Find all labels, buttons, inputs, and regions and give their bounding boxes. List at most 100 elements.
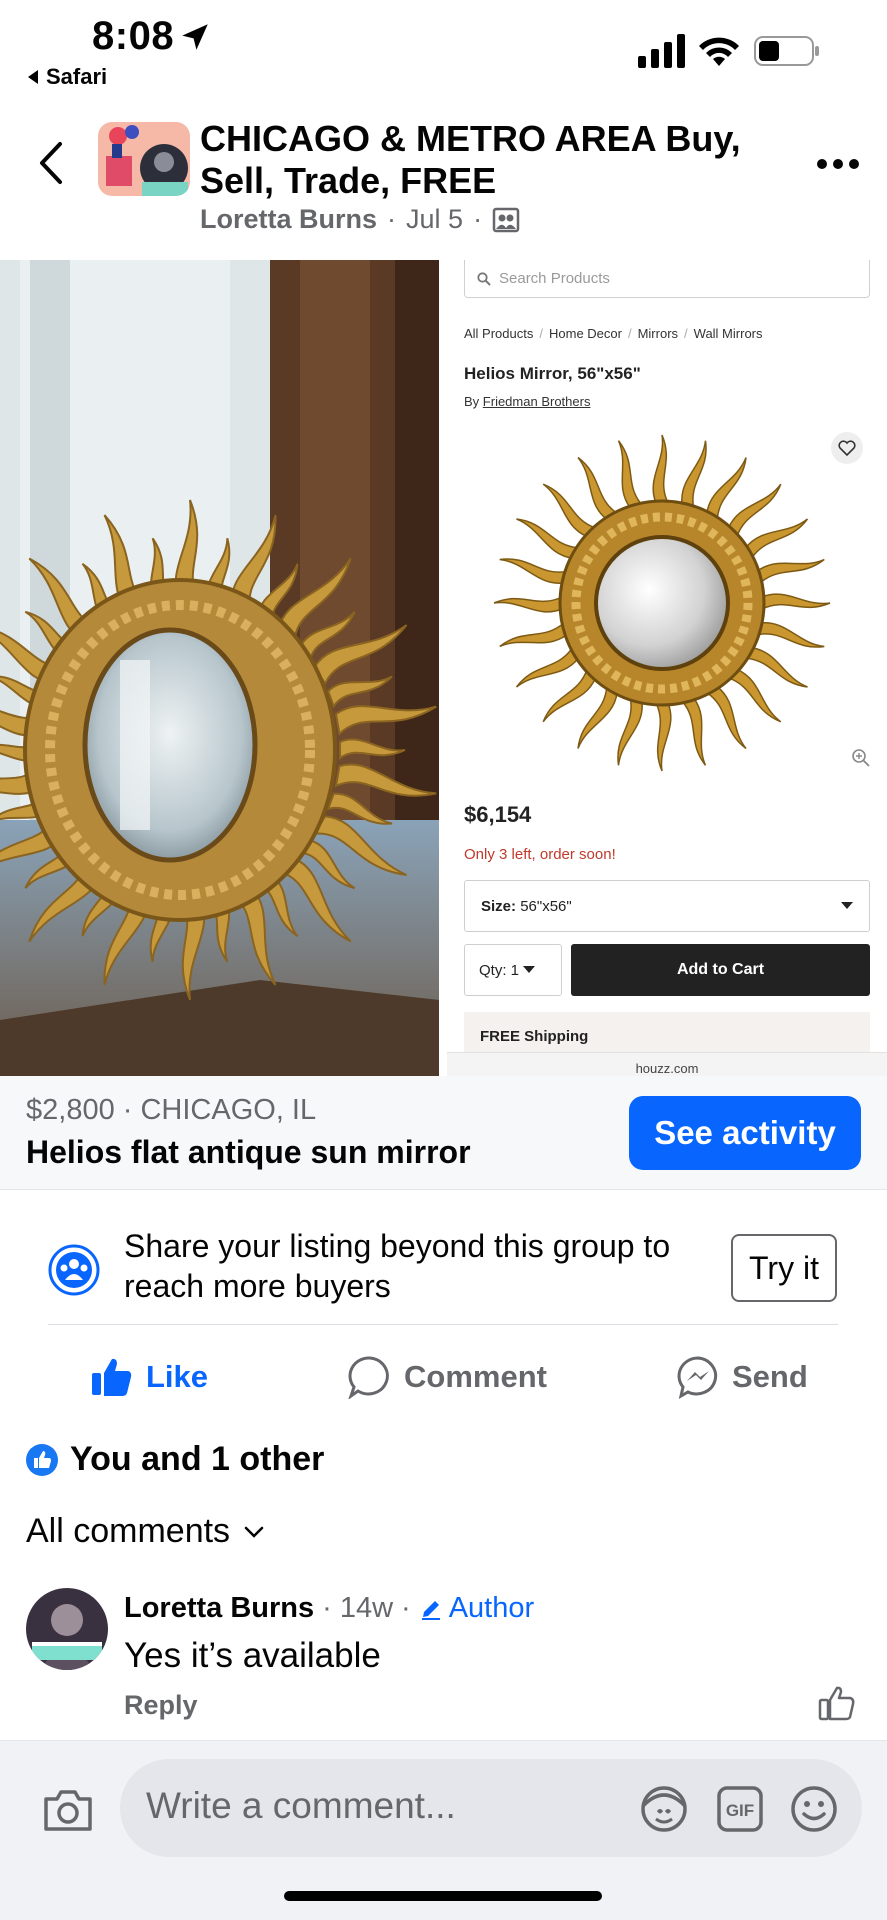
crumb: Mirrors [637,326,679,341]
size-label: Size: [481,897,517,915]
search-products-field: Search Products [464,260,870,298]
clock: 8:08 [92,14,175,58]
share-text: Share your listing beyond this group to … [124,1228,671,1304]
comment-composer: Write a comment... GIF [0,1740,887,1920]
post-date[interactable]: Jul 5 [406,204,463,235]
dropdown-caret-icon [523,966,536,973]
chevron-down-icon [244,1526,264,1538]
poster-name[interactable]: Loretta Burns [200,204,377,235]
post-meta: Loretta Burns · Jul 5 · [200,204,520,235]
reaction-text: You and 1 other [70,1440,325,1478]
crumb-separator: / [627,326,632,341]
avatar[interactable] [26,1588,108,1670]
send-button[interactable]: Send [676,1355,808,1399]
wifi-icon [699,37,739,66]
messenger-icon [677,1356,718,1399]
share-listing-prompt: Share your listing beyond this group to … [0,1190,887,1324]
by-prefix: By [464,394,480,409]
like-badge-icon [26,1443,58,1476]
add-to-cart-button: Add to Cart [571,944,870,996]
group-privacy-icon [492,207,520,232]
size-select: Size: 56"x56" [464,880,870,932]
thumb-up-outline-icon[interactable] [818,1684,856,1722]
back-to-safari[interactable]: Safari [26,64,107,90]
crumb: Wall Mirrors [693,326,763,341]
comment-meta: Loretta Burns · 14w · Author [124,1592,534,1625]
like-button[interactable]: Like [90,1355,208,1399]
product-title: Helios Mirror, 56"x56" [464,364,641,383]
comment-input-placeholder: Write a comment... [146,1785,456,1826]
size-text: Size: 56"x56" [481,898,572,915]
meta-separator: · [322,1592,332,1624]
meta-separator: · [473,204,483,234]
comment-author[interactable]: Loretta Burns [124,1592,314,1625]
stock-note: Only 3 left, order soon! [464,846,616,863]
back-triangle-icon [28,70,38,84]
back-chevron-icon[interactable] [34,140,68,186]
commenter-avatar-art [26,1588,108,1670]
post-header: CHICAGO & METRO AREA Buy, Sell, Trade, F… [0,100,887,260]
home-indicator [284,1891,602,1901]
comment-filter[interactable]: All comments [26,1512,264,1551]
listing-title: Helios flat antique sun mirror [26,1134,471,1170]
back-app-label: Safari [46,64,108,89]
share-audience-icon [48,1244,100,1296]
like-label: Like [146,1359,209,1394]
product-mirror-image [493,434,831,772]
dropdown-caret-icon [841,902,853,909]
source-domain: houzz.com [447,1052,887,1076]
product-price: $6,154 [464,802,532,827]
brand-name: Friedman Brothers [482,394,591,409]
signal-icon [638,34,685,68]
more-icon[interactable] [816,158,860,170]
crumb: All Products [464,326,534,341]
zoom-icon [852,749,870,767]
search-icon [477,271,491,286]
listing-photo[interactable] [0,260,439,1076]
size-value: 56"x56" [520,897,572,915]
breadcrumb: All Products / Home Decor / Mirrors / Wall … [464,326,763,341]
quantity-select: Qty: 1 [464,944,562,996]
comment-text: Yes it’s available [124,1636,381,1675]
comment-filter-label: All comments [26,1512,231,1550]
comment-item: Loretta Burns · 14w · Author Yes it’s av… [0,1584,887,1734]
location-arrow-icon [182,24,208,50]
status-bar: 8:08 Safari [0,0,887,100]
search-placeholder: Search Products [499,270,610,287]
see-activity-button[interactable]: See activity [629,1096,861,1170]
like-icon [92,1358,132,1396]
group-avatar-art [98,122,190,196]
sun-mirror-photo [0,260,439,1076]
emoji-icon[interactable] [788,1783,840,1835]
pencil-icon [421,1600,440,1620]
reply-button[interactable]: Reply [124,1690,198,1721]
crumb-separator: / [684,326,688,341]
comment-icon [348,1356,389,1399]
comment-age: 14w [339,1592,394,1624]
listing-price-location: $2,800 · CHICAGO, IL [26,1094,317,1126]
listing-summary: $2,800 · CHICAGO, IL Helios flat antique… [0,1076,887,1190]
group-avatar[interactable] [98,122,190,196]
avatar-sticker-icon[interactable] [638,1783,690,1835]
qty-label: Qty: 1 [479,961,520,979]
comment-button[interactable]: Comment [348,1355,547,1399]
battery-icon [754,36,819,66]
send-label: Send [732,1359,808,1394]
author-badge: Author [419,1592,534,1625]
author-badge-label: Author [448,1592,535,1624]
comment-label: Comment [404,1359,547,1394]
crumb: Home Decor [549,326,622,341]
post-actions: Like Comment Send [0,1325,887,1435]
reaction-summary[interactable]: You and 1 other [26,1440,324,1479]
product-brand: By Friedman Brothers [464,394,590,409]
heart-icon [838,440,856,456]
crumb-separator: / [539,326,543,341]
group-title[interactable]: CHICAGO & METRO AREA Buy, Sell, Trade, F… [200,118,790,202]
product-page-screenshot: Search Products All Products / Home Decor… [447,260,887,1076]
try-it-button[interactable]: Try it [731,1234,837,1302]
meta-separator: · [401,1592,411,1624]
camera-icon[interactable] [42,1785,94,1835]
listing-media[interactable]: Search Products All Products / Home Decor… [0,260,887,1076]
meta-separator: · [387,204,397,234]
gif-icon[interactable]: GIF [714,1783,766,1835]
